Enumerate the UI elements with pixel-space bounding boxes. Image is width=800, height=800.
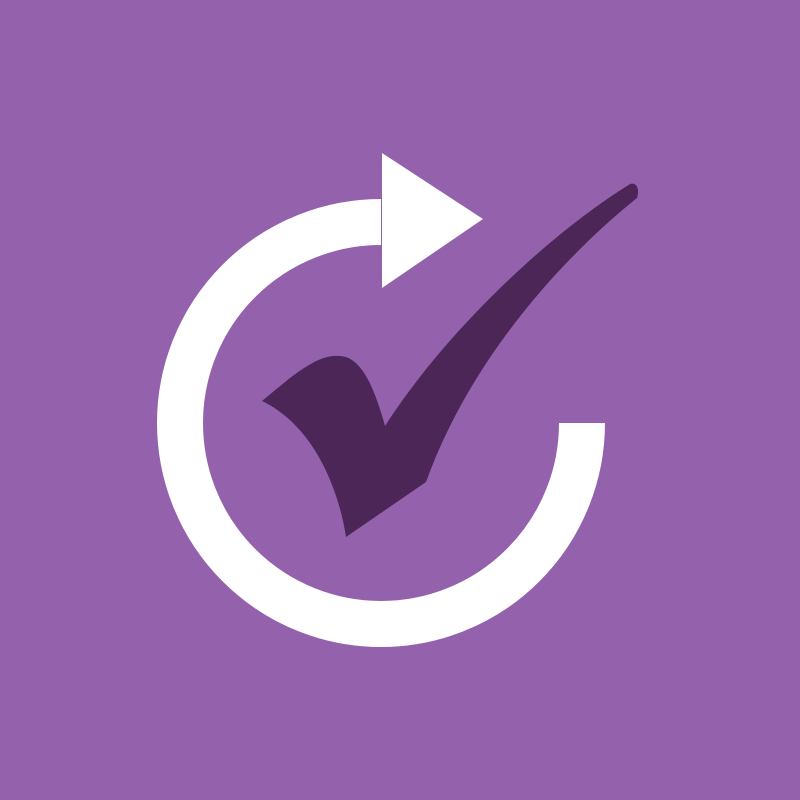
app-icon-tile	[0, 0, 800, 800]
icon-background	[0, 0, 800, 800]
refresh-check-logo	[0, 0, 800, 800]
